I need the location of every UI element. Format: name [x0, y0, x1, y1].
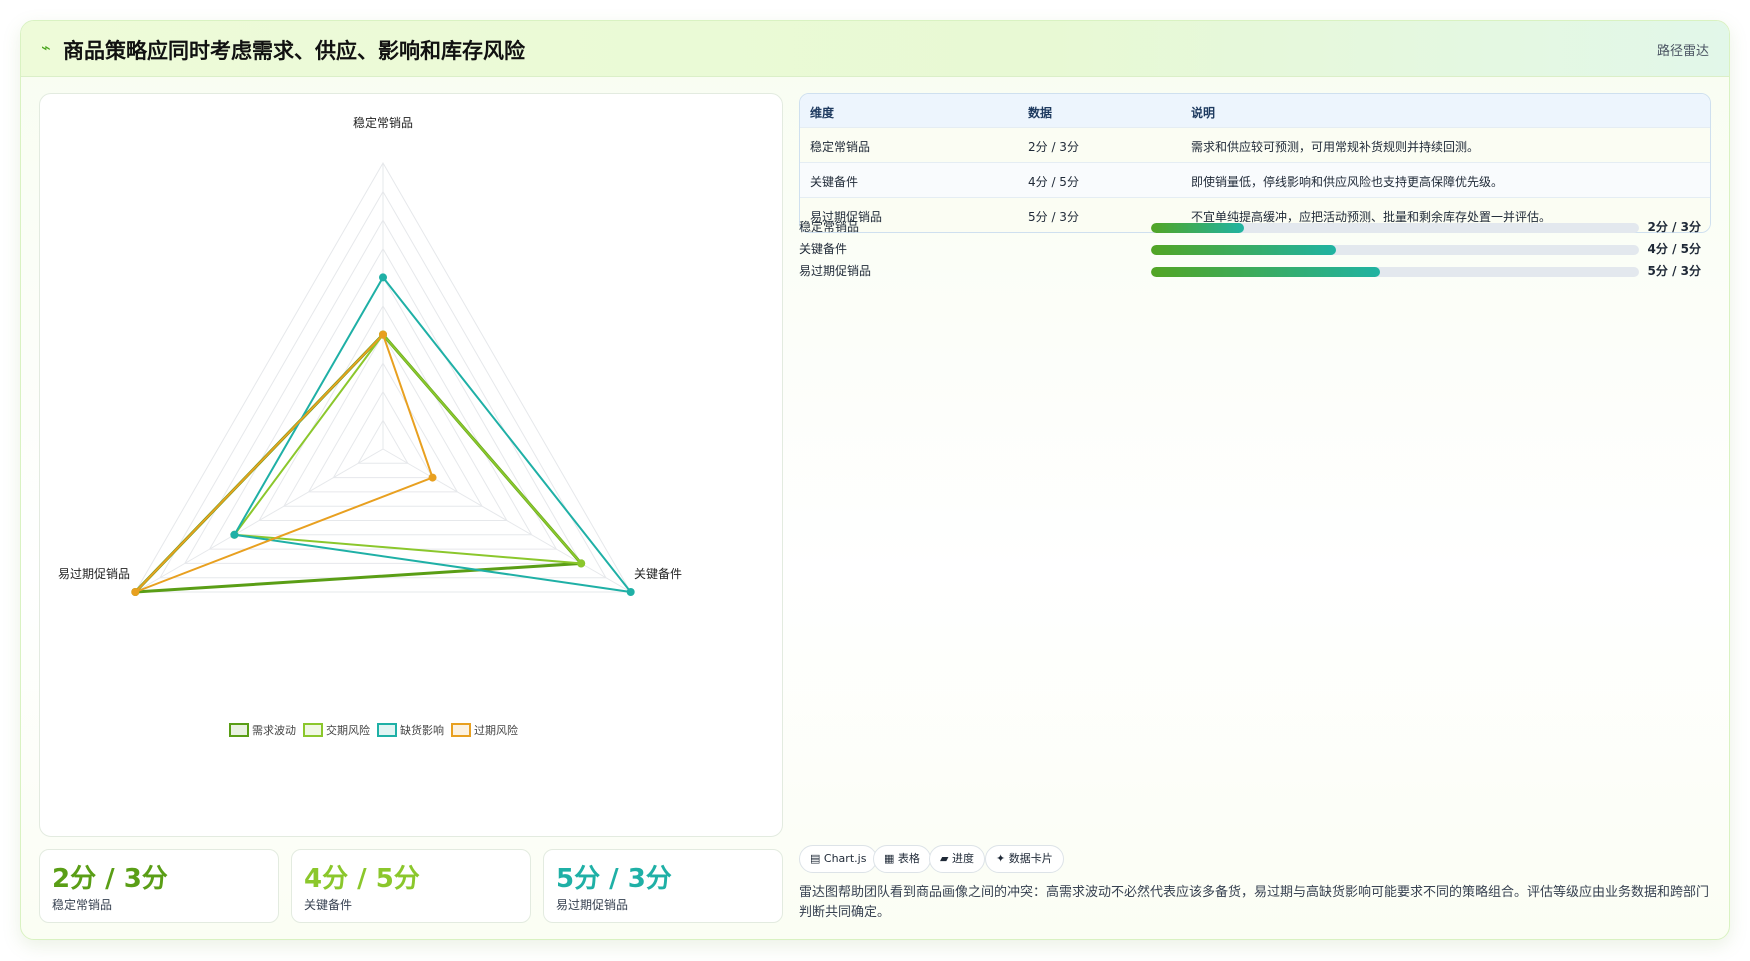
progress-fill: [1151, 245, 1337, 255]
legend-label: 过期风险: [474, 723, 518, 737]
legend-swatch: [229, 723, 249, 737]
legend-label: 缺货影响: [400, 723, 444, 737]
radar-axis-label: 稳定常销品: [353, 115, 413, 130]
table-cell: 4分 / 5分: [1028, 175, 1079, 189]
chip-progress[interactable]: ▰ 进度: [929, 845, 985, 873]
radar-data-point: [131, 588, 140, 596]
stat-card-2: 4分 / 5分 关键备件: [291, 849, 531, 923]
description-note: 雷达图帮助团队看到商品画像之间的冲突：高需求波动不必然代表应该多备货，易过期与高…: [799, 885, 1710, 920]
table-cell: 即使销量低，停线影响和供应风险也支持更高保障优先级。: [1191, 175, 1504, 189]
table-cell: 2分 / 3分: [1028, 140, 1079, 154]
table-row: 关键备件 4分 / 5分 即使销量低，停线影响和供应风险也支持更高保障优先级。: [800, 163, 1710, 198]
stat-card-1: 2分 / 3分 稳定常销品: [39, 849, 279, 923]
radar-chart-panel: 稳定常销品关键备件 易过期促销品需求波动 交期风险 缺货影响 过期风险: [39, 93, 783, 837]
progress-label: 易过期促销品: [799, 264, 872, 278]
stat-value: 2分 / 3分: [52, 864, 168, 894]
radar-axis-label: 关键备件: [634, 567, 682, 581]
chip-table[interactable]: ▦ 表格: [873, 845, 931, 873]
chart-icon: ▤: [810, 852, 821, 865]
legend-label: 交期风险: [326, 723, 370, 737]
progress-icon: ▰: [940, 852, 949, 865]
table-header-cell: 说明: [1191, 106, 1216, 120]
progress-label: 关键备件: [799, 242, 848, 256]
radar-data-point: [379, 330, 387, 339]
radar-data-point: [626, 588, 635, 596]
radar-chart: 稳定常销品关键备件 易过期促销品需求波动 交期风险 缺货影响 过期风险: [58, 115, 682, 737]
radar-axis-label: 易过期促销品: [58, 567, 130, 581]
table-header-row: 维度 数据 说明: [800, 94, 1710, 128]
chip-label: Chart.js: [823, 852, 867, 865]
legend-label: 需求波动: [252, 724, 296, 737]
radar-data-point: [428, 473, 437, 482]
table-icon: ▦: [884, 852, 895, 865]
chip-label: 数据卡片: [1008, 852, 1053, 865]
chip-label: 表格: [897, 852, 920, 865]
progress-row: 关键备件 4分 / 5分: [799, 237, 1711, 259]
sparkle-icon: ✦: [996, 852, 1006, 865]
stat-value: 5分 / 3分: [556, 864, 672, 894]
table-header-cell: 维度: [810, 106, 835, 120]
table-header-cell: 数据: [1028, 106, 1053, 120]
progress-fill: [1151, 267, 1381, 277]
legend-swatch: [451, 723, 471, 737]
bolt-icon: ⌁: [41, 38, 51, 57]
data-table: 维度 数据 说明 稳定常销品 2分 / 3分 需求和供应较可预测，可用常规补货规…: [799, 93, 1711, 233]
progress-track: [1151, 267, 1639, 277]
stat-card-3: 5分 / 3分 易过期促销品: [543, 849, 783, 923]
progress-track: [1151, 223, 1639, 233]
progress-track: [1151, 245, 1639, 255]
stat-value: 4分 / 5分: [304, 864, 420, 894]
progress-row: 稳定常销品 2分 / 3分: [799, 215, 1711, 237]
table-cell: 关键备件: [810, 175, 859, 189]
header-tag: 路径雷达: [1656, 44, 1709, 59]
header-bar: ⌁ 商品策略应同时考虑需求、供应、影响和库存风险 路径雷达: [21, 21, 1729, 77]
progress-row: 易过期促销品 5分 / 3分: [799, 259, 1711, 281]
dashboard-card: ⌁ 商品策略应同时考虑需求、供应、影响和库存风险 路径雷达 稳定常销品 关键备件易…: [20, 20, 1730, 940]
chip-chartjs[interactable]: ▤ Chart.js: [799, 845, 878, 873]
stat-label: 稳定常销品: [52, 898, 113, 912]
stat-label: 关键备件: [304, 898, 353, 912]
legend-swatch: [377, 723, 397, 737]
table-row: 稳定常销品 2分 / 3分 需求和供应较可预测，可用常规补货规则并持续回测。: [800, 128, 1710, 163]
radar-data-point: [230, 530, 239, 539]
progress-value: 2分 / 3分: [1647, 220, 1701, 234]
chip-label: 进度: [951, 852, 974, 865]
progress-fill: [1151, 223, 1244, 233]
radar-data-point: [379, 273, 387, 282]
legend-swatch: [303, 723, 323, 737]
progress-label: 稳定常销品: [799, 220, 860, 234]
table-cell: 稳定常销品: [810, 140, 871, 154]
progress-value: 4分 / 5分: [1647, 242, 1701, 256]
chip-data-card[interactable]: ✦ 数据卡片: [985, 845, 1064, 873]
table-cell: 需求和供应较可预测，可用常规补货规则并持续回测。: [1191, 140, 1480, 154]
radar-series-line: [232, 275, 634, 594]
stat-label: 易过期促销品: [556, 898, 629, 912]
page-title: 商品策略应同时考虑需求、供应、影响和库存风险: [63, 39, 525, 63]
radar-series-line: [232, 333, 584, 565]
progress-value: 5分 / 3分: [1647, 264, 1701, 278]
radar-data-point: [577, 559, 586, 568]
